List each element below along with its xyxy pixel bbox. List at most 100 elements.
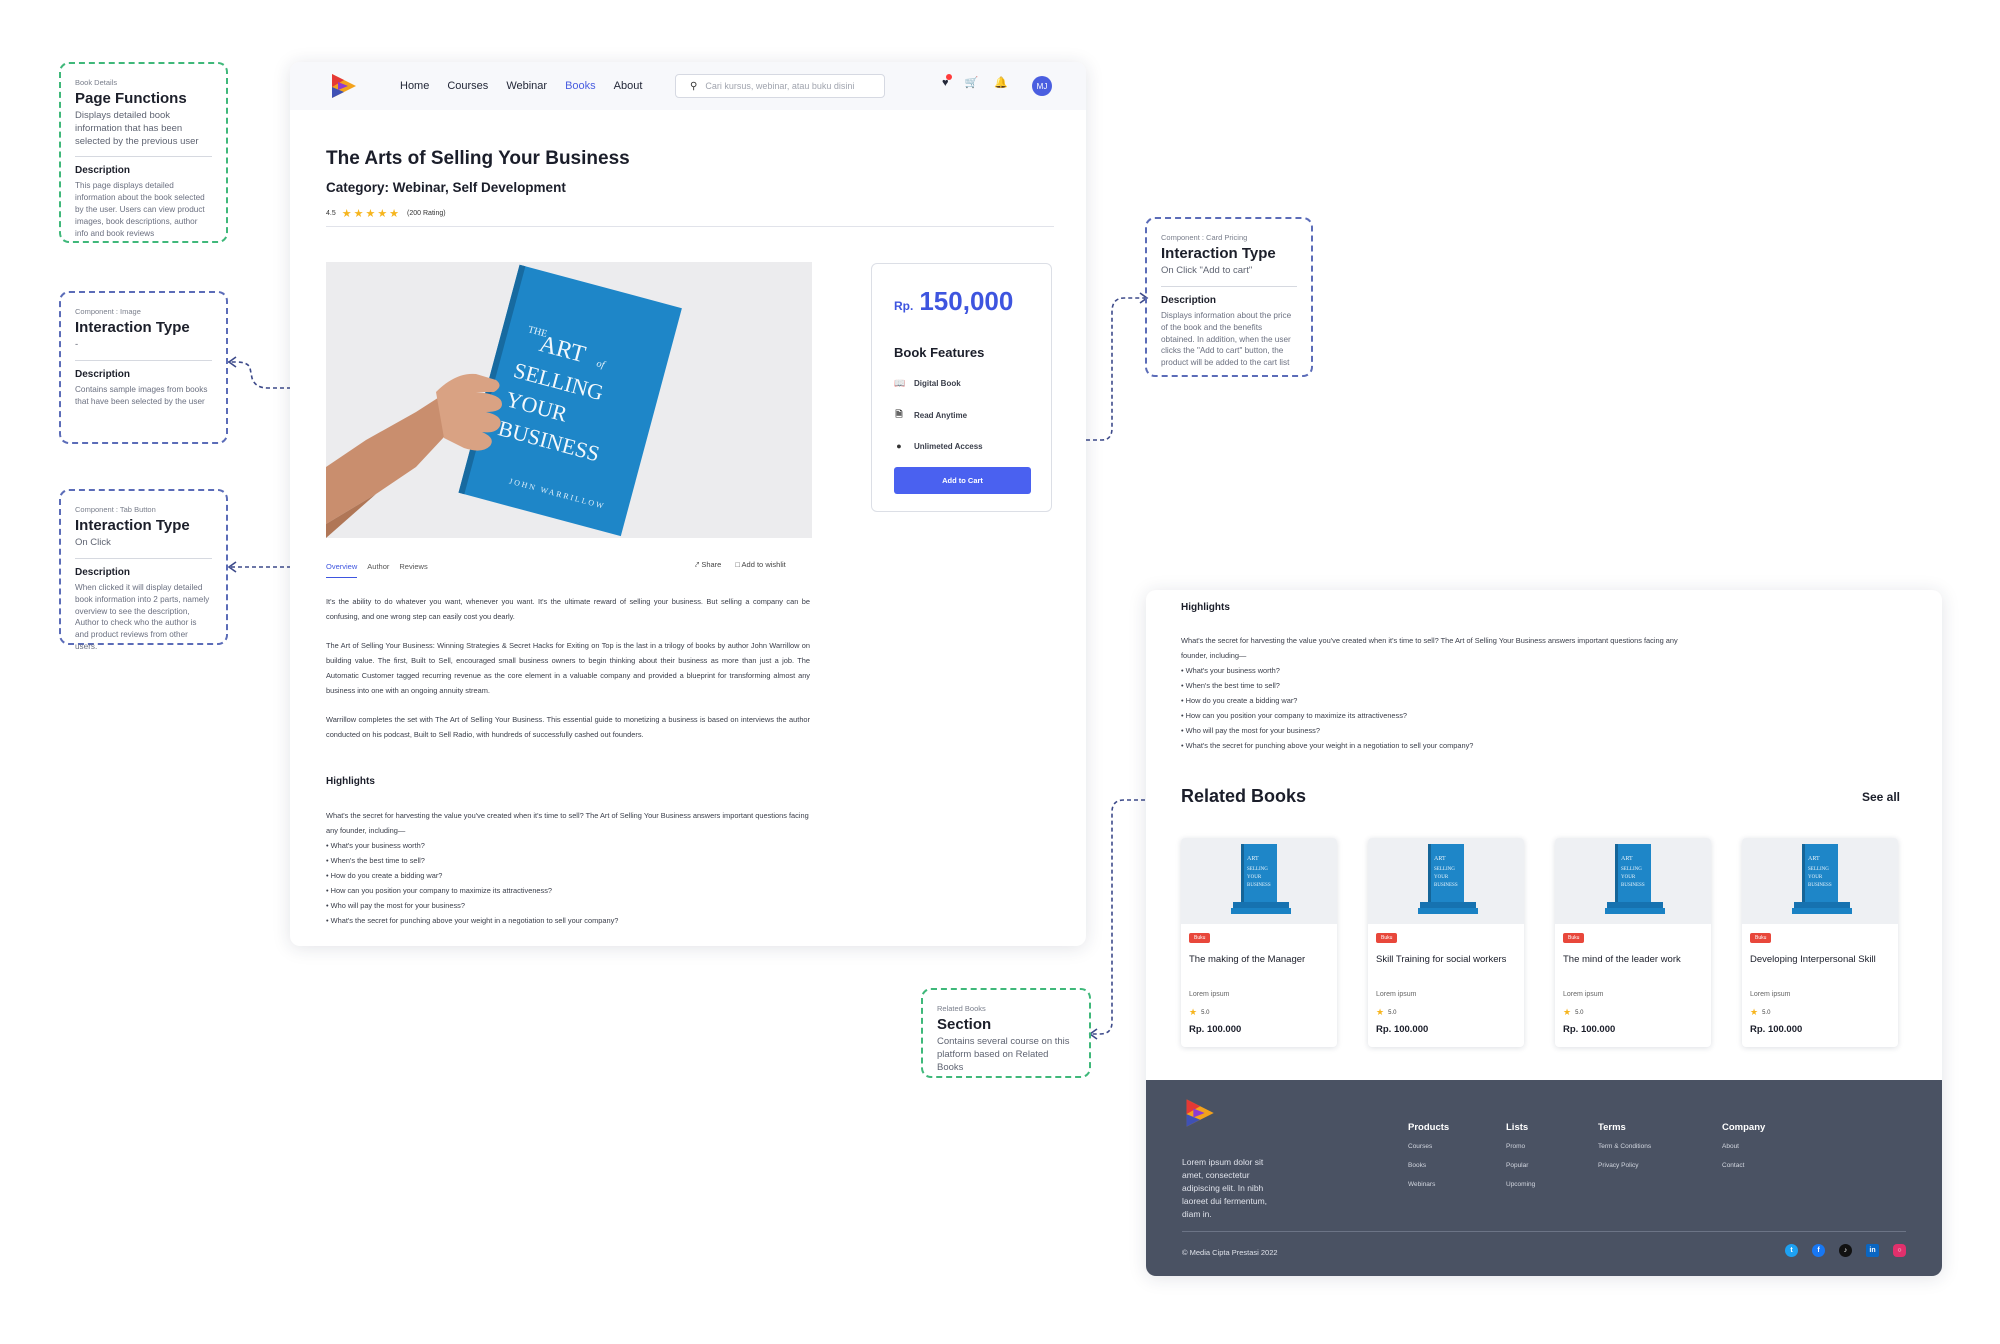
annotation-title: Section [937, 1016, 992, 1033]
book-hand-illustration: THE ART of SELLING YOUR BUSINESS JOHN WA… [326, 262, 812, 538]
rating-value: 5.0 [1575, 1009, 1584, 1016]
book-badge: Buku [1376, 933, 1398, 943]
tab-overview[interactable]: Overview [326, 562, 358, 578]
svg-text:BUSINESS: BUSINESS [1247, 883, 1271, 888]
related-book-card[interactable]: ART SELLING YOUR BUSINESS Buku Developin… [1742, 838, 1898, 1047]
annotation-image: Component : Image Interaction Type - Des… [59, 291, 228, 444]
svg-text:SELLING: SELLING [1434, 867, 1455, 872]
wishlist-icon[interactable]: ♥ [942, 73, 952, 89]
svg-text:YOUR: YOUR [1434, 875, 1449, 880]
svg-text:BUSINESS: BUSINESS [1621, 883, 1645, 888]
book-name: The making of the Manager [1189, 954, 1306, 965]
footer-link[interactable]: Contact [1722, 1162, 1765, 1169]
footer-link[interactable]: Webinars [1408, 1181, 1449, 1188]
pricing-card: Rp. 150,000 Book Features 📖 Digital Book… [871, 263, 1052, 512]
book-rating: ★ 5.0 [1750, 1007, 1770, 1018]
search-bar: ⚲ [675, 74, 885, 98]
highlight-bullet: • What's your business worth? [1181, 666, 1280, 675]
annotation-divider [75, 557, 212, 559]
book-subtitle: Lorem ipsum [1376, 991, 1417, 998]
tab-author[interactable]: Author [367, 562, 389, 578]
feature-label: Digital Book [914, 379, 961, 388]
book-name: Skill Training for social workers [1376, 954, 1507, 965]
footer-link[interactable]: Courses [1408, 1143, 1449, 1150]
search-input[interactable] [705, 81, 866, 91]
footer-about: Lorem ipsum dolor sit amet, consectetur … [1182, 1157, 1268, 1219]
linkedin-icon[interactable]: in [1866, 1244, 1879, 1257]
annotation-divider [75, 359, 212, 361]
footer-link[interactable]: Privacy Policy [1598, 1162, 1651, 1169]
twitter-icon[interactable]: t [1785, 1244, 1798, 1257]
annotation-desc: Contains sample images from books that h… [75, 384, 208, 406]
share-icon: ⤤ [695, 560, 700, 569]
book-category: Category: Webinar, Self Development [326, 180, 566, 195]
related-book-card[interactable]: ART SELLING YOUR BUSINESS Buku The mind … [1555, 838, 1711, 1047]
footer-link[interactable]: Books [1408, 1162, 1449, 1169]
footer-link[interactable]: About [1722, 1143, 1765, 1150]
feature-item: ● Unlimeted Access [894, 441, 1029, 451]
nav-link-about[interactable]: About [614, 80, 643, 92]
avatar[interactable]: MJ [1032, 76, 1052, 96]
footer-link[interactable]: Upcoming [1506, 1181, 1535, 1188]
highlights-title: Highlights [1181, 602, 1230, 613]
footer: Lorem ipsum dolor sit amet, consectetur … [1146, 1080, 1942, 1276]
nav-link-courses[interactable]: Courses [447, 80, 488, 92]
nav-link-webinar[interactable]: Webinar [506, 80, 547, 92]
svg-text:SELLING: SELLING [1247, 867, 1268, 872]
annotation-title: Interaction Type [1161, 245, 1276, 262]
highlights-text: What's the secret for harvesting the val… [326, 808, 810, 928]
annotation-desc-label: Description [75, 368, 131, 380]
add-to-cart-button[interactable]: Add to Cart [894, 467, 1031, 494]
brand-logo[interactable] [328, 71, 358, 101]
annotation-tag: Book Details [75, 78, 118, 87]
book-rating: ★ 5.0 [1563, 1007, 1583, 1018]
facebook-icon[interactable]: f [1812, 1244, 1825, 1257]
nav-link-books[interactable]: Books [565, 80, 596, 92]
footer-column-title: Products [1408, 1122, 1450, 1133]
nav-link-home[interactable]: Home [400, 80, 429, 92]
footer-column-lists: Lists Promo Popular Upcoming [1506, 1122, 1535, 1200]
rating-value: 4.5 [326, 210, 336, 217]
cart-icon[interactable]: 🛒 [965, 76, 979, 89]
svg-text:SELLING: SELLING [1621, 867, 1642, 872]
tab-reviews[interactable]: Reviews [399, 562, 427, 578]
footer-link[interactable]: Term & Conditions [1598, 1143, 1651, 1150]
book-rating: ★ 5.0 [1189, 1007, 1209, 1018]
annotation-card-pricing: Component : Card Pricing Interaction Typ… [1145, 217, 1313, 377]
footer-column-title: Company [1722, 1122, 1766, 1133]
notification-dot [945, 73, 952, 80]
svg-text:ART: ART [1434, 856, 1446, 862]
copyright: © Media Cipta Prestasi 2022 [1182, 1248, 1278, 1257]
share-button[interactable]: ⤤ Share [695, 560, 721, 570]
highlight-bullet: • Who will pay the most for your busines… [326, 901, 465, 910]
see-all-link[interactable]: See all [1862, 790, 1900, 804]
rating-row: 4.5 ★★★★★ (200 Rating) [326, 207, 446, 220]
annotation-divider [75, 156, 212, 158]
footer-link[interactable]: Popular [1506, 1162, 1535, 1169]
annotation-divider [1161, 285, 1297, 287]
rating-count: (200 Rating) [407, 210, 446, 217]
footer-column-company: Company About Contact [1722, 1122, 1765, 1181]
bell-icon[interactable]: 🔔 [994, 76, 1008, 89]
brand-logo[interactable] [1182, 1096, 1216, 1130]
document-icon: 🗎 [895, 409, 903, 419]
price: Rp. 150,000 [894, 286, 1029, 317]
star-icon: ★ [1376, 1007, 1385, 1017]
related-book-card[interactable]: ART SELLING YOUR BUSINESS Buku The makin… [1181, 838, 1337, 1047]
footer-link[interactable]: Promo [1506, 1143, 1535, 1150]
book-detail-page: Home Courses Webinar Books About ⚲ ♥ 🛒 🔔… [290, 62, 1086, 946]
svg-text:SELLING: SELLING [1808, 867, 1829, 872]
book-name: Developing Interpersonal Skill [1750, 954, 1876, 965]
svg-text:YOUR: YOUR [1621, 875, 1636, 880]
rating-value: 5.0 [1201, 1009, 1210, 1016]
wishlist-button[interactable]: □ Add to wishlit [735, 560, 785, 570]
related-book-card[interactable]: ART SELLING YOUR BUSINESS Buku Skill Tra… [1368, 838, 1524, 1047]
tab-actions: ⤤ Share □ Add to wishlit [695, 560, 786, 570]
tiktok-icon[interactable]: ♪ [1839, 1244, 1852, 1257]
rating-value: 5.0 [1388, 1009, 1397, 1016]
svg-text:YOUR: YOUR [1247, 875, 1262, 880]
footer-column-products: Products Courses Books Webinars [1408, 1122, 1449, 1200]
highlights-title: Highlights [326, 776, 375, 787]
book-icon: 📖 [894, 378, 906, 388]
instagram-icon[interactable]: ○ [1893, 1244, 1906, 1257]
